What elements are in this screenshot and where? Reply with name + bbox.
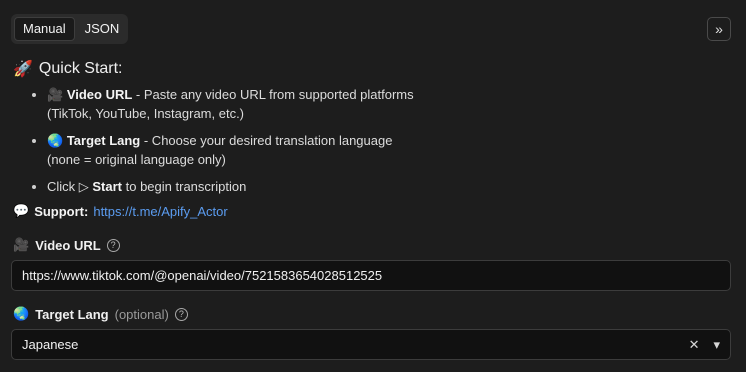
- support-line: 💬 Support: https://t.me/Apify_Actor: [13, 204, 228, 219]
- list-item-prefix: Click ▷: [47, 179, 93, 194]
- speech-bubble-icon: 💬: [13, 204, 30, 219]
- list-item: Click ▷ Start to begin transcription: [47, 178, 687, 196]
- target-lang-label: 🌏 Target Lang (optional) ?: [13, 307, 188, 322]
- video-camera-icon: 🎥: [13, 238, 30, 253]
- target-lang-select[interactable]: Japanese ✕ ▾: [11, 329, 731, 360]
- double-chevron-right-icon: »: [715, 21, 723, 37]
- target-lang-label-text: Target Lang: [35, 307, 109, 322]
- support-link[interactable]: https://t.me/Apify_Actor: [93, 204, 227, 219]
- video-url-label: 🎥 Video URL ?: [13, 238, 120, 253]
- globe-icon: 🌏: [47, 134, 64, 149]
- globe-icon: 🌏: [13, 307, 30, 322]
- list-item: 🌏 Target Lang - Choose your desired tran…: [47, 132, 687, 169]
- list-item-line2: (TikTok, YouTube, Instagram, etc.): [47, 106, 245, 121]
- optional-tag: (optional): [114, 307, 169, 322]
- video-url-input[interactable]: https://www.tiktok.com/@openai/video/752…: [11, 260, 731, 291]
- collapse-button[interactable]: »: [707, 17, 731, 41]
- clear-icon[interactable]: ✕: [689, 330, 700, 359]
- list-item-text: to begin transcription: [122, 179, 247, 194]
- video-url-label-text: Video URL: [35, 238, 101, 253]
- list-item-bold: Video URL: [66, 87, 133, 102]
- help-icon[interactable]: ?: [106, 239, 120, 252]
- chevron-down-icon[interactable]: ▾: [713, 330, 720, 359]
- list-item: 🎥 Video URL - Paste any video URL from s…: [47, 86, 687, 123]
- rocket-icon: 🚀: [13, 59, 33, 78]
- support-label: Support:: [34, 204, 89, 219]
- video-camera-icon: 🎥: [47, 88, 64, 103]
- list-item-text: - Paste any video URL from supported pla…: [132, 87, 414, 102]
- list-item-bold: Target Lang: [66, 133, 141, 148]
- help-icon[interactable]: ?: [174, 308, 188, 321]
- quick-start-list: 🎥 Video URL - Paste any video URL from s…: [30, 86, 687, 205]
- list-item-bold: Start: [92, 179, 123, 194]
- list-item-text: - Choose your desired translation langua…: [140, 133, 393, 148]
- target-lang-value: Japanese: [22, 337, 79, 352]
- list-item-line2: (none = original language only): [47, 152, 226, 167]
- mode-tabs: Manual JSON: [11, 14, 128, 44]
- tab-json[interactable]: JSON: [77, 17, 128, 41]
- tab-manual[interactable]: Manual: [14, 17, 75, 41]
- quick-start-title: 🚀 Quick Start:: [13, 59, 123, 78]
- quick-start-heading: Quick Start:: [38, 59, 123, 77]
